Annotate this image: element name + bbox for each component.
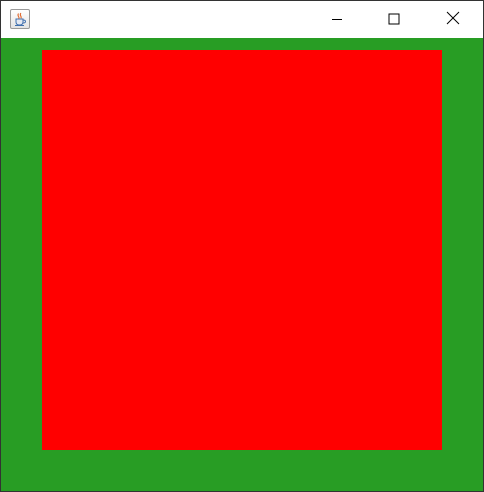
maximize-button[interactable] (371, 1, 417, 38)
minimize-button[interactable] (314, 1, 360, 38)
java-coffee-cup-icon[interactable] (10, 9, 30, 29)
close-button[interactable] (430, 1, 476, 38)
app-window (0, 0, 484, 492)
title-bar[interactable] (1, 1, 483, 38)
maximize-icon (388, 10, 400, 29)
minimize-icon (331, 10, 343, 29)
close-icon (446, 10, 460, 29)
canvas-panel (1, 38, 483, 491)
red-square (42, 50, 442, 450)
